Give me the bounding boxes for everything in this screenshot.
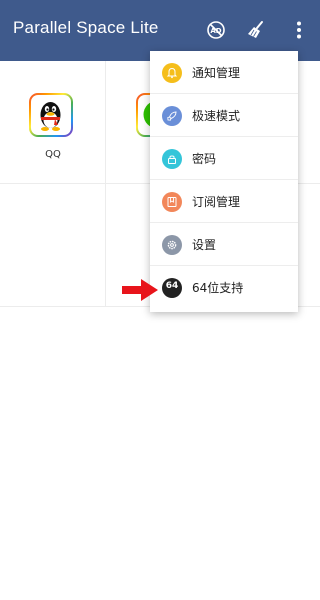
qq-penguin-icon bbox=[29, 93, 73, 137]
menu-item-notification[interactable]: 通知管理 bbox=[150, 51, 298, 94]
menu-item-label: 通知管理 bbox=[192, 66, 241, 80]
app-cell-empty bbox=[0, 184, 106, 307]
overflow-menu: 通知管理 极速模式 密码 订阅管理 设置 64 64位支持 bbox=[150, 51, 298, 312]
rocket-icon bbox=[162, 106, 182, 126]
no-ads-icon[interactable]: AD bbox=[205, 19, 227, 41]
annotation-arrow-icon bbox=[122, 279, 158, 301]
app-title: Parallel Space Lite bbox=[13, 18, 159, 37]
menu-item-label: 极速模式 bbox=[192, 109, 241, 123]
more-vert-icon[interactable] bbox=[288, 19, 310, 41]
app-cell-qq[interactable]: QQ bbox=[0, 61, 106, 184]
badge-64-icon: 64 bbox=[162, 278, 182, 298]
app-label-qq: QQ bbox=[45, 149, 61, 160]
bookmark-icon bbox=[162, 192, 182, 212]
menu-item-subscription[interactable]: 订阅管理 bbox=[150, 180, 298, 223]
gear-icon bbox=[162, 235, 182, 255]
menu-item-label: 密码 bbox=[192, 152, 217, 166]
bell-icon bbox=[162, 63, 182, 83]
menu-item-label: 订阅管理 bbox=[192, 195, 241, 209]
menu-item-settings[interactable]: 设置 bbox=[150, 223, 298, 266]
menu-item-64bit-support[interactable]: 64 64位支持 bbox=[150, 266, 298, 309]
menu-item-label: 64位支持 bbox=[192, 281, 244, 295]
menu-item-speed-mode[interactable]: 极速模式 bbox=[150, 94, 298, 137]
broom-icon[interactable] bbox=[245, 19, 267, 41]
lock-icon bbox=[162, 149, 182, 169]
menu-item-password[interactable]: 密码 bbox=[150, 137, 298, 180]
menu-item-label: 设置 bbox=[192, 238, 217, 252]
badge-64-text: 64 bbox=[165, 281, 179, 291]
